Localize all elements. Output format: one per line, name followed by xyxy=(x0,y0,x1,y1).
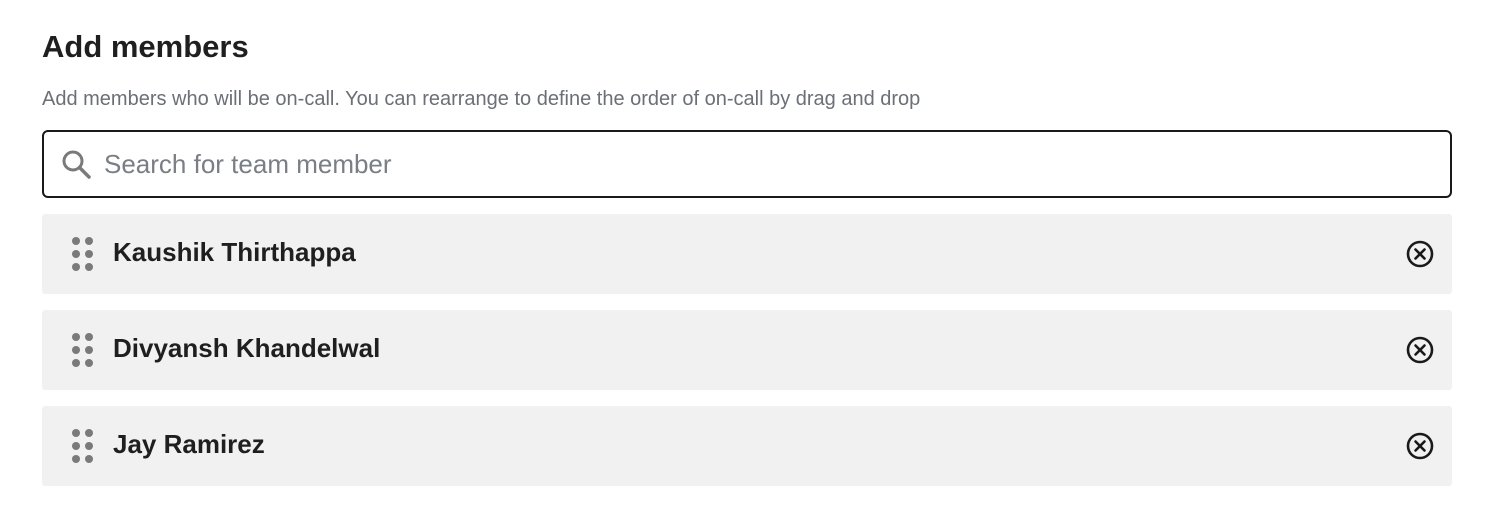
search-box[interactable] xyxy=(42,130,1452,198)
member-name: Jay Ramirez xyxy=(113,429,265,459)
drag-handle-icon[interactable] xyxy=(70,236,96,272)
member-row[interactable]: Divyansh Khandelwal xyxy=(42,310,1452,390)
member-row[interactable]: Jay Ramirez xyxy=(42,406,1452,486)
member-name: Kaushik Thirthappa xyxy=(113,237,356,267)
section-description: Add members who will be on-call. You can… xyxy=(42,88,921,110)
search-input[interactable] xyxy=(104,132,1434,196)
section-title: Add members xyxy=(42,29,249,64)
search-icon xyxy=(60,148,92,180)
close-circle-icon[interactable] xyxy=(1404,238,1436,270)
close-circle-icon[interactable] xyxy=(1404,334,1436,366)
drag-handle-icon[interactable] xyxy=(70,428,96,464)
close-circle-icon[interactable] xyxy=(1404,430,1436,462)
member-name: Divyansh Khandelwal xyxy=(113,333,381,363)
drag-handle-icon[interactable] xyxy=(70,332,96,368)
member-row[interactable]: Kaushik Thirthappa xyxy=(42,214,1452,294)
